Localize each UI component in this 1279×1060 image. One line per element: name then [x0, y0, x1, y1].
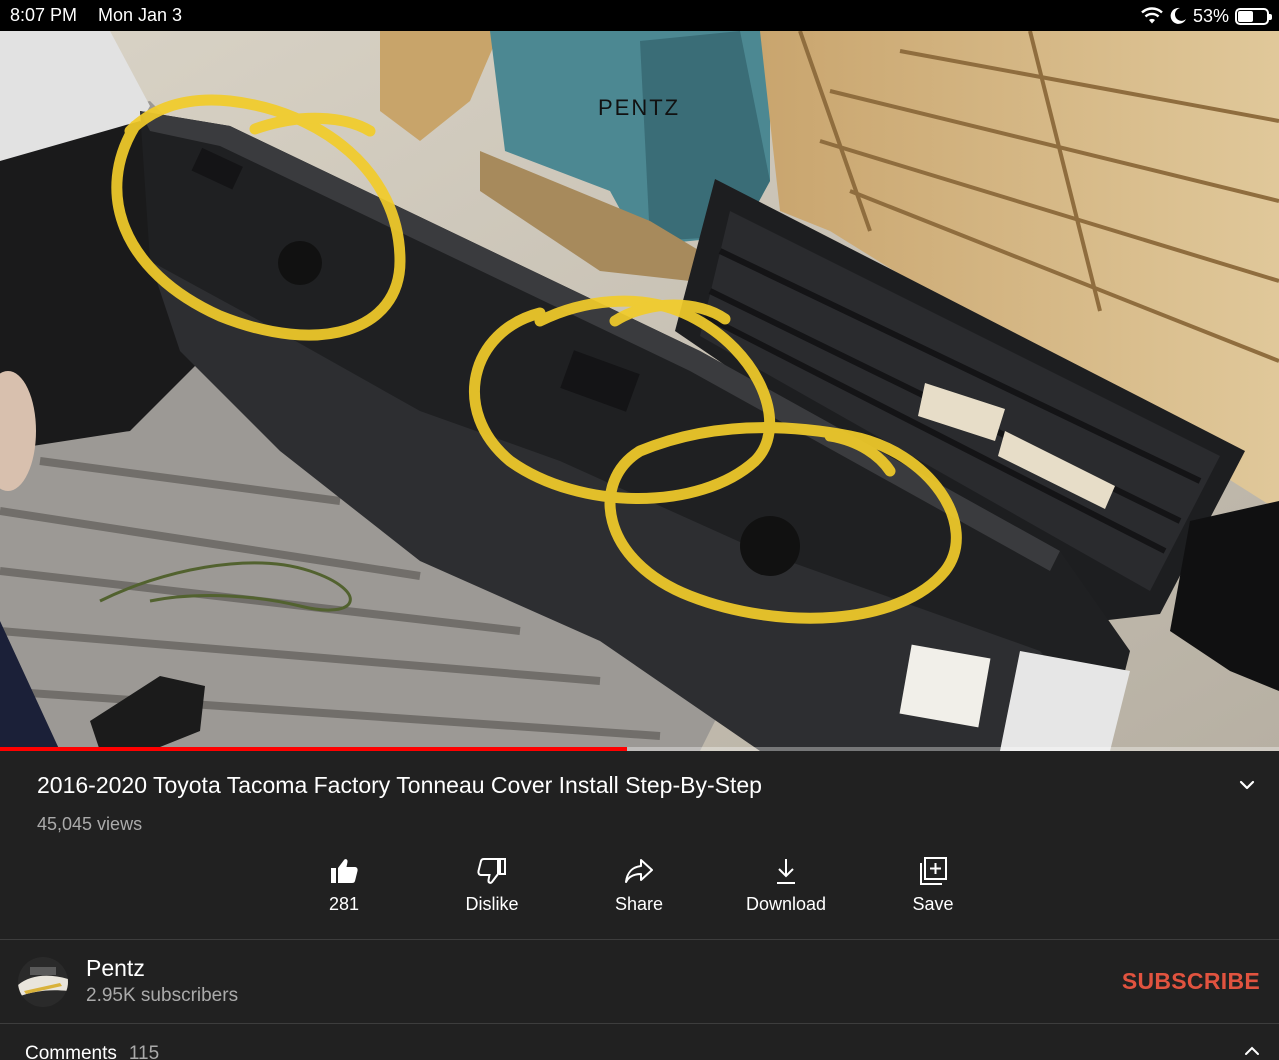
- battery-percent: 53%: [1192, 5, 1229, 26]
- comments-header[interactable]: Comments 115: [25, 1043, 159, 1060]
- download-label: Download: [745, 894, 827, 914]
- thumbs-down-icon: [477, 858, 506, 884]
- avatar[interactable]: [18, 957, 68, 1007]
- download-icon: [777, 859, 795, 884]
- video-title[interactable]: 2016-2020 Toyota Tacoma Factory Tonneau …: [37, 772, 762, 799]
- battery-level-fill: [1238, 10, 1253, 22]
- channel-avatar-image: [18, 957, 68, 1007]
- like-count: 281: [328, 894, 360, 914]
- divider: [0, 1023, 1279, 1024]
- dislike-button[interactable]: Dislike: [437, 856, 547, 922]
- status-time: 8:07 PM: [10, 5, 78, 25]
- share-label: Share: [614, 894, 664, 914]
- video-progress-fill: [0, 747, 627, 751]
- share-button[interactable]: Share: [584, 856, 694, 922]
- comments-label: Comments: [25, 1043, 117, 1060]
- wifi-icon: [1141, 7, 1163, 24]
- chevron-down-icon[interactable]: [1234, 772, 1260, 798]
- divider: [0, 939, 1279, 940]
- chevron-up-icon[interactable]: [1240, 1040, 1264, 1060]
- channel-name[interactable]: Pentz: [86, 955, 145, 982]
- channel-subscribers: 2.95K subscribers: [86, 985, 239, 1006]
- video-frame: [0, 31, 1279, 751]
- share-icon: [625, 859, 653, 883]
- status-bar: 8:07 PM Mon Jan 3 53%: [0, 0, 1279, 31]
- status-date: Mon Jan 3: [98, 5, 183, 25]
- video-views: 45,045 views: [37, 814, 143, 834]
- video-player[interactable]: PENTZ: [0, 31, 1279, 751]
- video-progress-bar[interactable]: [0, 747, 1279, 751]
- thumbs-up-icon: [331, 859, 358, 883]
- save-label: Save: [912, 894, 954, 914]
- dislike-label: Dislike: [465, 894, 519, 914]
- video-watermark: PENTZ: [598, 95, 681, 120]
- like-button[interactable]: 281: [289, 856, 399, 922]
- save-button[interactable]: Save: [878, 856, 988, 922]
- add-to-playlist-icon: [920, 857, 947, 885]
- comments-count: 115: [128, 1043, 160, 1060]
- download-button[interactable]: Download: [731, 856, 841, 922]
- subscribe-button[interactable]: SUBSCRIBE: [1122, 968, 1260, 995]
- moon-icon: [1170, 7, 1186, 24]
- status-indicators: 53%: [1141, 5, 1272, 27]
- battery-icon: [1235, 7, 1272, 25]
